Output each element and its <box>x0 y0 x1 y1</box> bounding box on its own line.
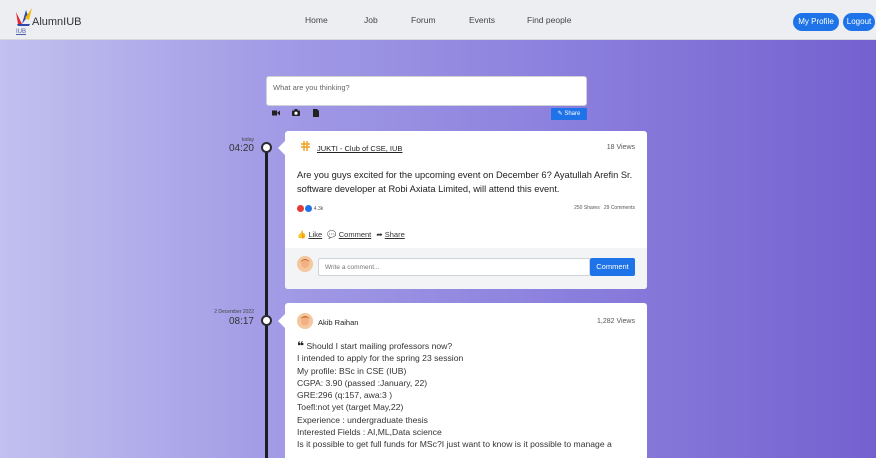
post-line: CGPA: 3.90 (passed :January, 22) <box>297 377 428 388</box>
post-author[interactable]: Akib Raihan <box>318 318 358 327</box>
user-avatar-icon <box>297 256 313 272</box>
timeline-node <box>261 142 272 153</box>
video-icon[interactable] <box>272 110 280 116</box>
user-avatar-icon <box>297 313 313 329</box>
post-line: Is it possible to get full funds for MSc… <box>297 439 612 450</box>
nav-forum[interactable]: Forum <box>411 15 436 25</box>
thumbs-up-icon: 👍 <box>297 230 307 239</box>
post-line: Interested Fields : AI,ML,Data science <box>297 427 442 438</box>
timeline-node <box>261 315 272 326</box>
comment-label: Comment <box>338 230 372 239</box>
my-profile-button[interactable]: My Profile <box>793 13 839 31</box>
love-reaction-icon <box>297 205 304 212</box>
brand-name: AlumnIUB <box>32 16 82 28</box>
pencil-icon: ✎ <box>557 111 563 117</box>
share-arrow-icon: ➦ <box>376 230 383 239</box>
post-line: Should I start mailing professors now? <box>306 341 453 351</box>
post-line: My profile: BSc in CSE (IUB) <box>297 365 407 376</box>
comment-button[interactable]: Comment <box>590 258 635 276</box>
post-line: Toefl:not yet (target May,22) <box>297 402 404 413</box>
post-card: Akib Raihan 1,282 Views ❝ Should I start… <box>278 303 647 458</box>
post-stats: 250 Shares 29 Comments <box>574 205 635 211</box>
card-pointer <box>278 141 285 155</box>
reactions[interactable]: 4.3k <box>297 205 323 212</box>
share-label: Share <box>384 230 405 239</box>
timeline-line <box>265 147 268 458</box>
share-button[interactable]: ✎ Share <box>551 108 587 120</box>
nav-find-people[interactable]: Find people <box>527 15 571 25</box>
logo[interactable]: AlumnIUB IUB <box>14 6 124 36</box>
brand-sub: IUB <box>16 29 27 35</box>
comment-bubble-icon: 💬 <box>327 230 337 239</box>
logout-button[interactable]: Logout <box>843 13 875 31</box>
post-line: I intended to apply for the spring 23 se… <box>297 353 464 364</box>
nav-home[interactable]: Home <box>305 15 328 25</box>
post-line: GRE:296 (q:157, awa:3 ) <box>297 390 393 401</box>
comment-input[interactable] <box>318 258 590 276</box>
post-date: 2 December 2022 <box>214 309 254 315</box>
club-logo-icon <box>301 141 310 151</box>
logo-mark-icon <box>16 8 32 26</box>
post-views: 18 Views <box>606 144 635 151</box>
comment-area: Comment <box>285 248 647 289</box>
file-icon[interactable] <box>313 109 319 117</box>
shares-count[interactable]: 250 Shares <box>574 205 600 211</box>
nav-job[interactable]: Job <box>364 15 378 25</box>
post-text: Are you guys excited for the upcoming ev… <box>297 170 633 194</box>
nav-events[interactable]: Events <box>469 15 495 25</box>
post-card: JUKTI - Club of CSE, IUB 18 Views Are yo… <box>278 131 647 289</box>
share-button-label: Share <box>564 111 581 117</box>
quote-icon: ❝ <box>297 339 305 353</box>
like-action[interactable]: 👍 Like <box>297 230 327 239</box>
navbar: AlumnIUB IUB Home Job Forum Events Find … <box>0 0 876 40</box>
post-views: 1,282 Views <box>596 318 635 325</box>
comments-count[interactable]: 29 Comments <box>604 205 635 211</box>
post-time: 04:20 <box>228 143 254 154</box>
camera-icon[interactable] <box>292 109 300 116</box>
like-label: Like <box>308 230 323 239</box>
like-reaction-icon <box>305 205 313 212</box>
comment-action[interactable]: 💬 Comment <box>327 230 376 239</box>
card-pointer <box>278 314 285 328</box>
share-action[interactable]: ➦ Share <box>376 230 407 239</box>
post-author[interactable]: JUKTI - Club of CSE, IUB <box>317 144 402 153</box>
reactions-count: 4.3k <box>313 205 324 212</box>
avatar[interactable] <box>297 313 313 329</box>
post-line: Experience : undergraduate thesis <box>297 414 428 425</box>
avatar <box>297 256 313 272</box>
post-actions: 👍 Like 💬 Comment ➦ Share <box>297 230 408 239</box>
post-text: ❝ Should I start mailing professors now?… <box>297 340 642 451</box>
post-input[interactable] <box>267 79 586 108</box>
post-time: 08:17 <box>228 316 254 327</box>
post-composer <box>266 76 587 108</box>
